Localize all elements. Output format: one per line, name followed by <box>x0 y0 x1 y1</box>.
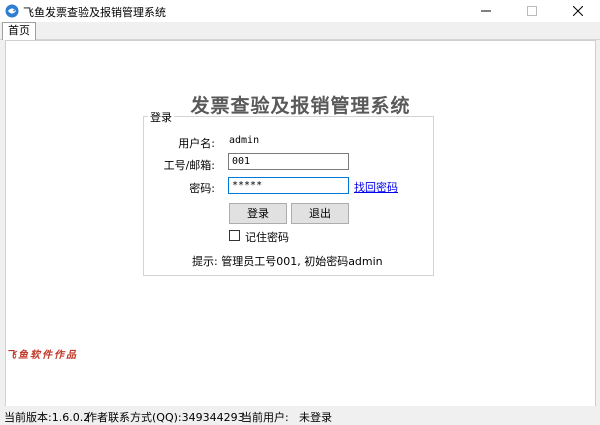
username-value: admin <box>229 135 260 146</box>
maximize-icon <box>527 6 537 16</box>
status-version: 当前版本:1.6.0.2 <box>4 411 91 424</box>
login-group-label: 登录 <box>148 109 174 125</box>
window-title: 飞鱼发票查验及报销管理系统 <box>23 6 166 19</box>
password-label: 密码: <box>189 182 215 195</box>
tab-strip: 首页 <box>0 22 600 40</box>
login-hint: 提示: 管理员工号001, 初始密码admin <box>192 255 383 268</box>
id-email-input[interactable]: 001 <box>228 153 349 170</box>
close-button[interactable] <box>555 0 600 22</box>
tab-home[interactable]: 首页 <box>2 22 36 40</box>
retrieve-password-link[interactable]: 找回密码 <box>354 179 398 195</box>
status-user-label: 当前用户: <box>241 411 289 424</box>
brand-signature: 飞鱼软件作品 <box>6 350 78 361</box>
exit-button[interactable]: 退出 <box>291 203 349 224</box>
title-bar: 飞鱼发票查验及报销管理系统 <box>0 0 600 22</box>
password-input[interactable]: ***** <box>228 177 349 194</box>
page-title: 发票查验及报销管理系统 <box>190 95 411 117</box>
username-label: 用户名: <box>178 137 215 150</box>
remember-password-label[interactable]: 记住密码 <box>245 229 289 245</box>
remember-password-checkbox[interactable] <box>229 230 240 241</box>
maximize-button[interactable] <box>509 0 555 22</box>
status-contact: 作者联系方式(QQ):349344293 <box>86 411 245 424</box>
status-bar: 当前版本:1.6.0.2 作者联系方式(QQ):349344293 当前用户: … <box>0 406 600 425</box>
app-icon <box>5 4 19 18</box>
status-user-value: 未登录 <box>299 411 332 424</box>
id-label: 工号/邮箱: <box>163 159 215 172</box>
minimize-icon <box>481 10 491 12</box>
login-button[interactable]: 登录 <box>229 203 287 224</box>
minimize-button[interactable] <box>463 0 509 22</box>
close-icon <box>573 6 583 16</box>
